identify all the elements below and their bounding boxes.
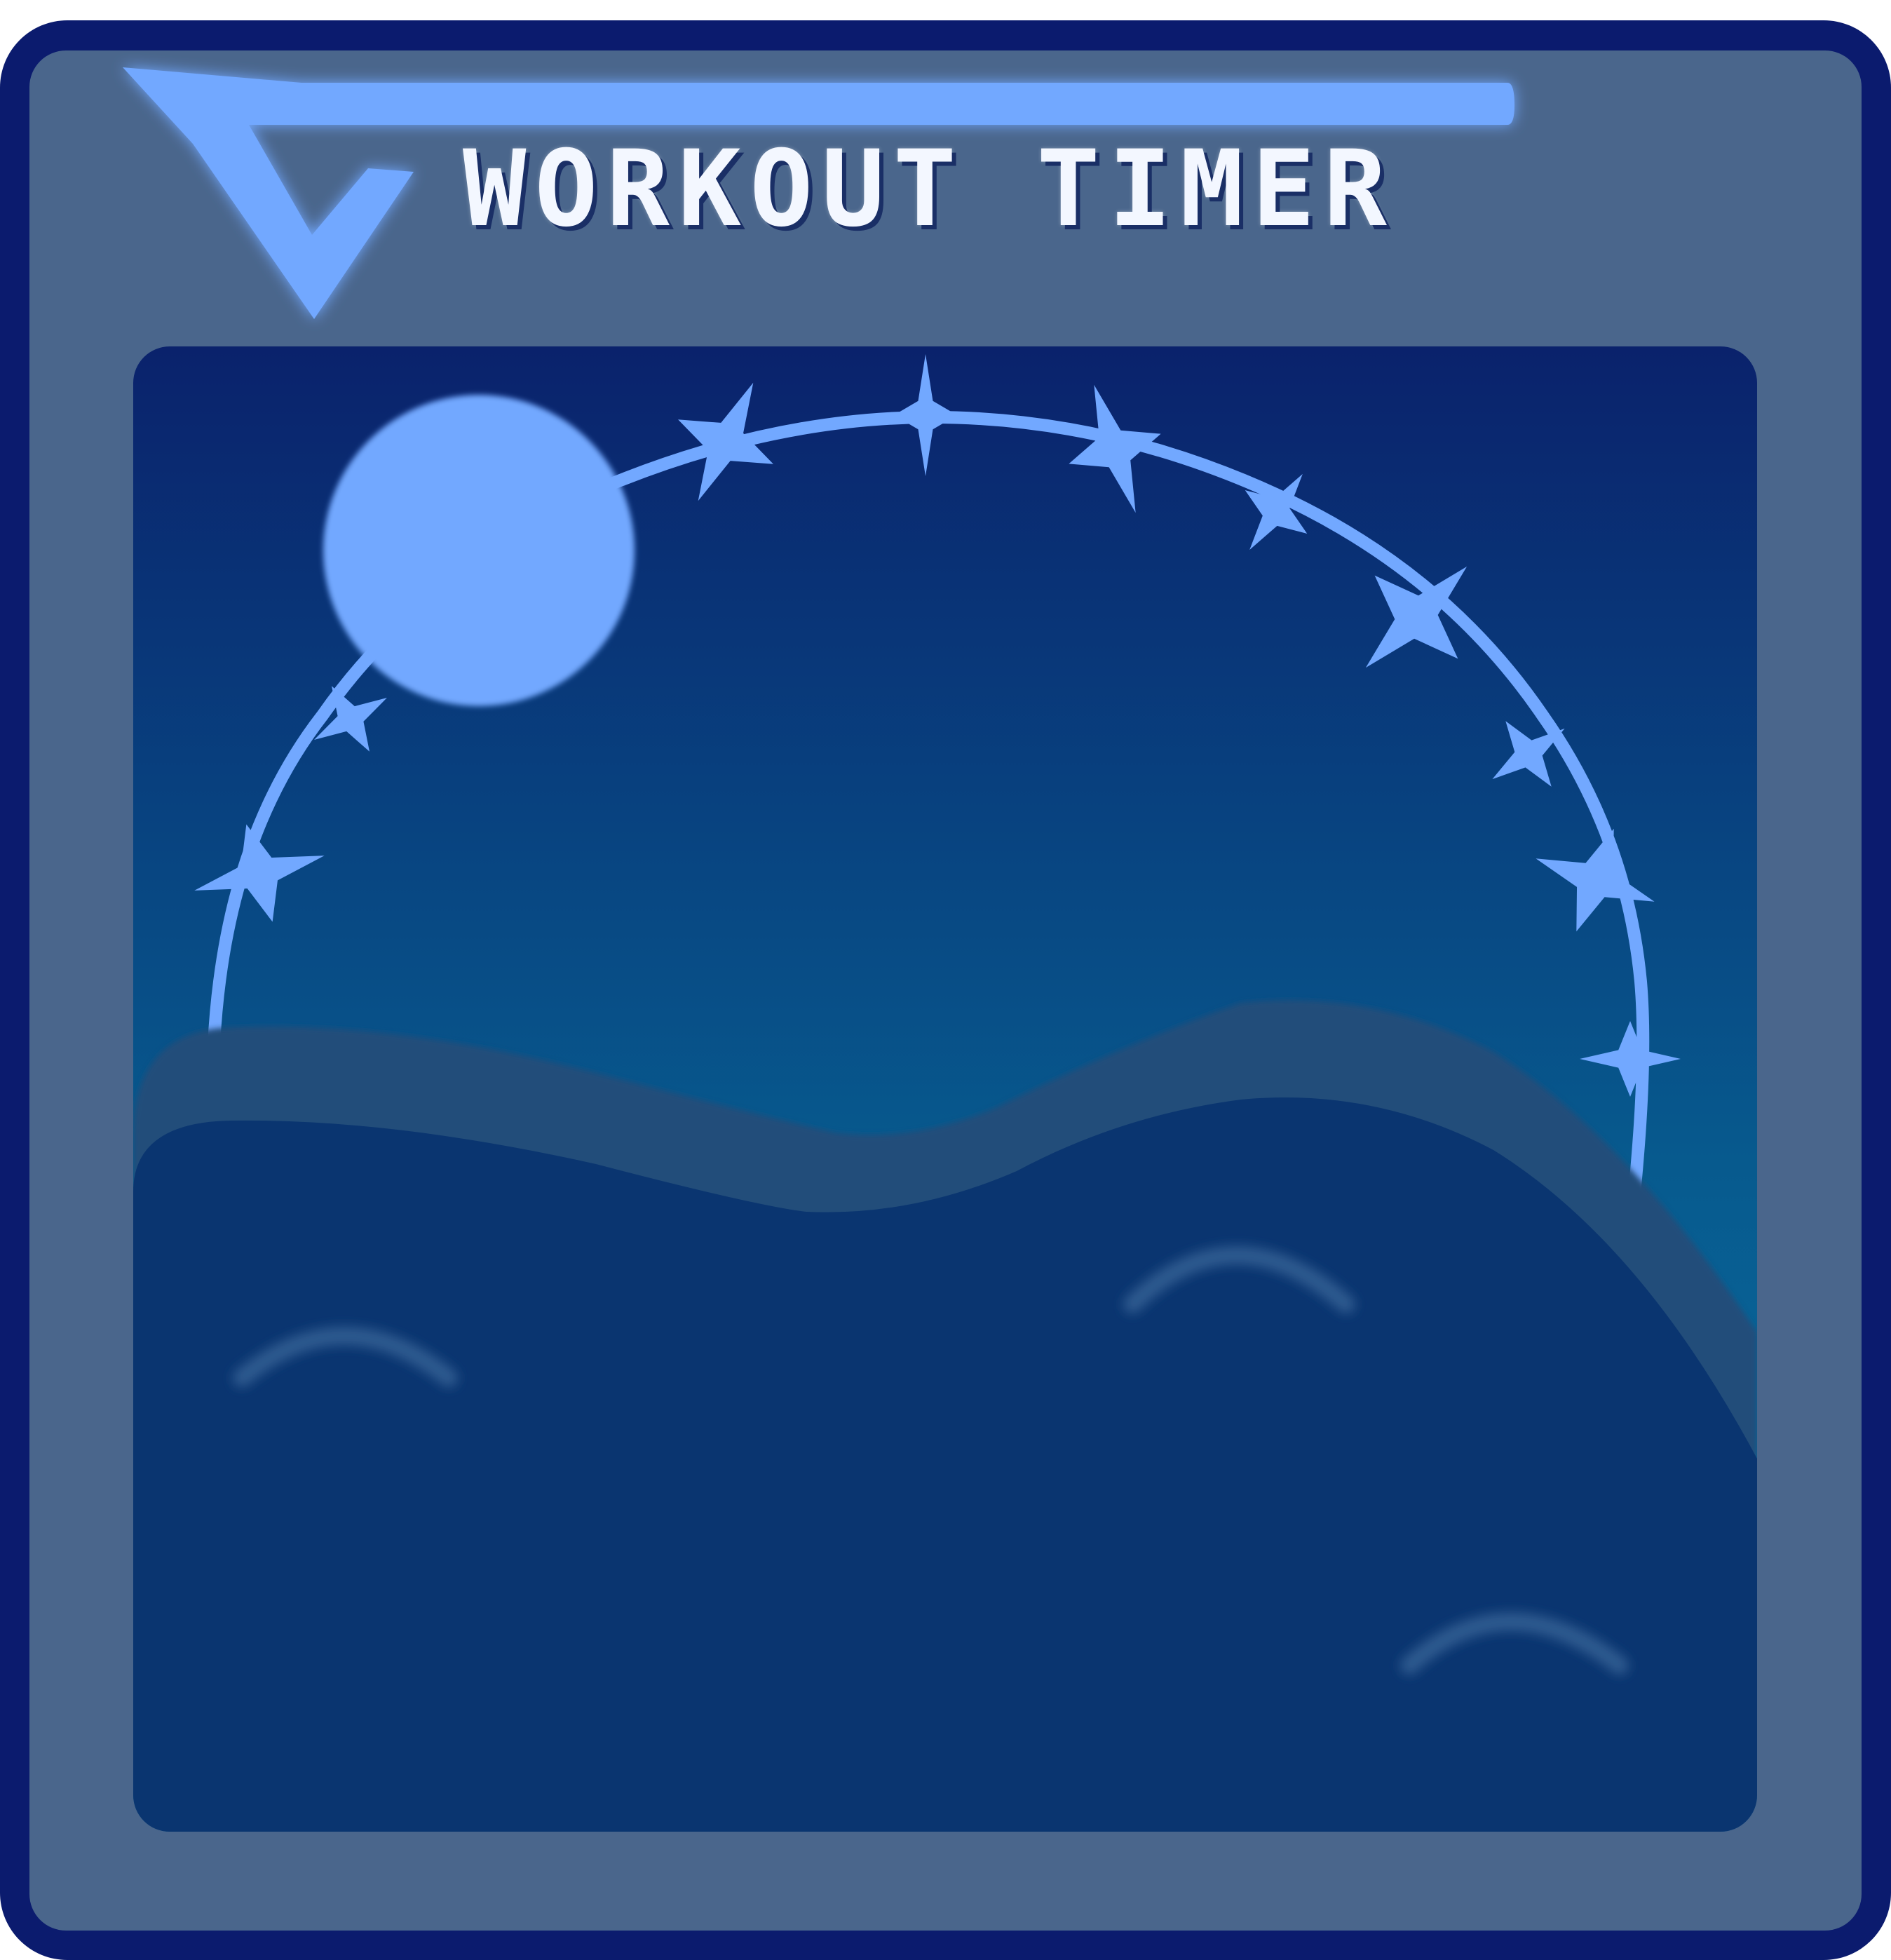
workout-timer-card (0, 20, 1891, 1960)
sun-icon (323, 395, 635, 706)
app-title: WORKOUT TIMER (463, 128, 1395, 250)
hill-front (133, 1097, 1757, 1832)
scene-illustration (133, 346, 1757, 1832)
